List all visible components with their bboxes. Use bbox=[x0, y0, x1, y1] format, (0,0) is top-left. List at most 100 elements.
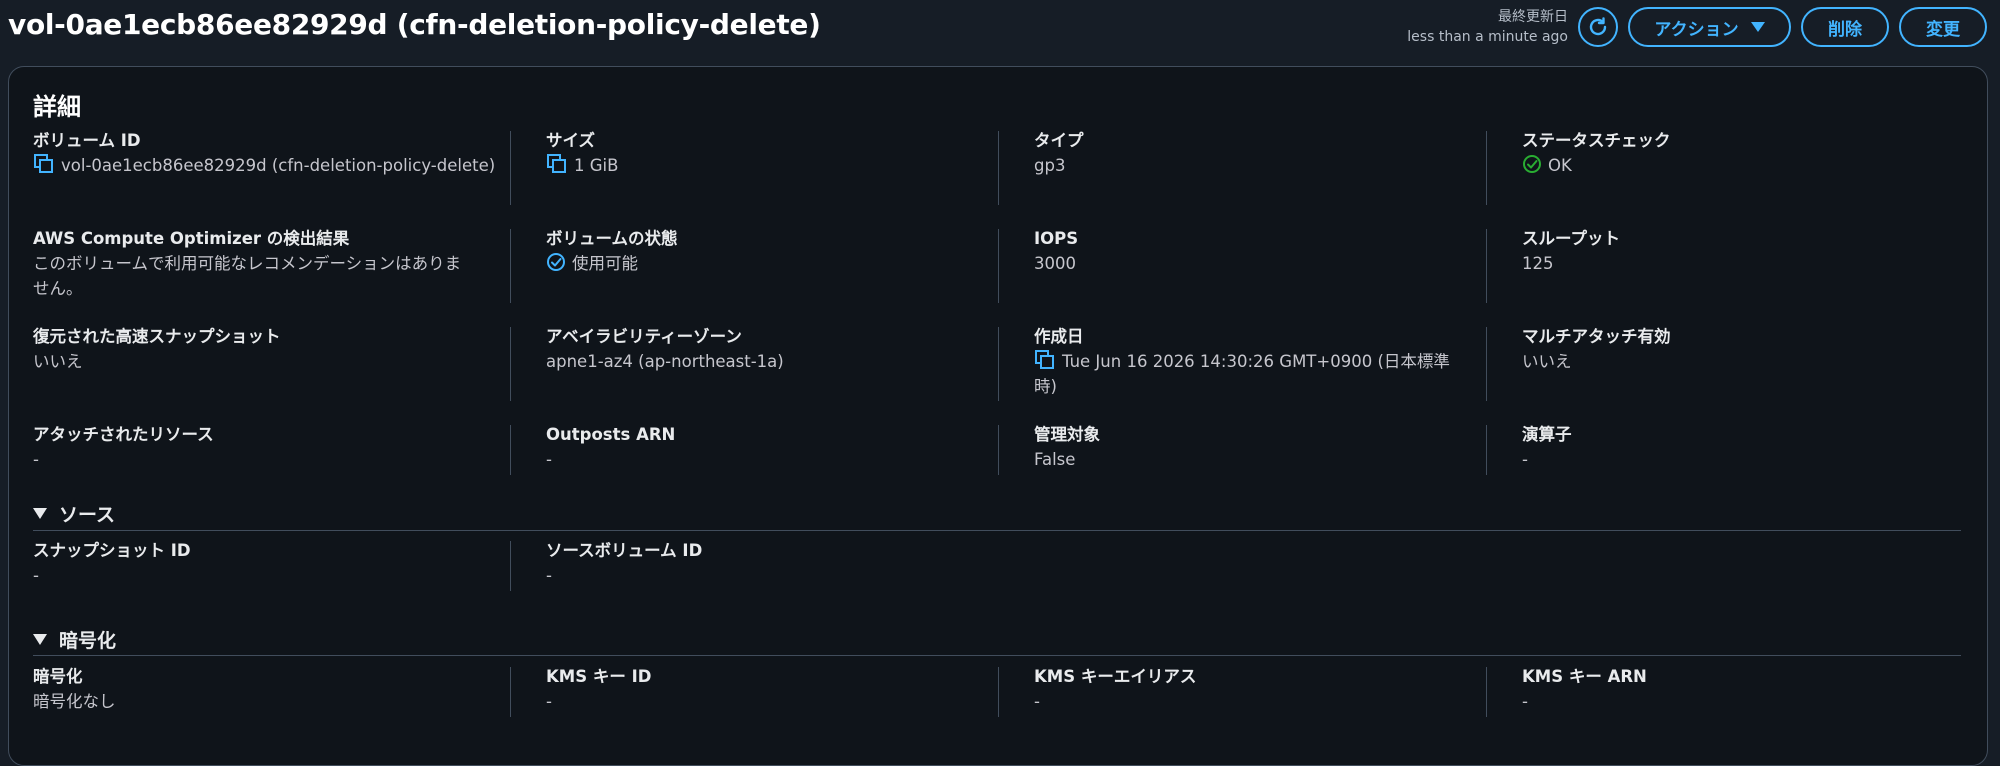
refresh-button[interactable] bbox=[1578, 7, 1618, 47]
divider bbox=[33, 530, 1961, 531]
details-title: 詳細 bbox=[33, 93, 81, 121]
field-label: スナップショット ID bbox=[33, 541, 191, 560]
fast-snapshot-value: いいえ bbox=[33, 352, 83, 371]
snapshot-id-value: - bbox=[33, 566, 39, 585]
status-available-icon bbox=[547, 253, 565, 271]
size-value: 1 GiB bbox=[574, 156, 619, 175]
field-iops: IOPS 3000 bbox=[1034, 227, 1504, 276]
field-attached-resources: アタッチされたリソース - bbox=[33, 423, 503, 472]
page-title: vol-0ae1ecb86ee82929d (cfn-deletion-poli… bbox=[8, 8, 821, 41]
check-circle-icon bbox=[1523, 155, 1541, 173]
last-updated: 最終更新日 less than a minute ago bbox=[1407, 7, 1568, 47]
iops-value: 3000 bbox=[1034, 254, 1076, 273]
outposts-value: - bbox=[546, 450, 552, 469]
delete-button[interactable]: 削除 bbox=[1801, 7, 1889, 47]
field-label: KMS キー ARN bbox=[1522, 667, 1647, 686]
copy-icon bbox=[34, 154, 53, 173]
field-label: 管理対象 bbox=[1034, 425, 1100, 444]
caret-down-icon bbox=[1750, 22, 1765, 32]
section-encryption-toggle[interactable]: 暗号化 bbox=[33, 626, 116, 653]
created-value: Tue Jun 16 2026 14:30:26 GMT+0900 (日本標準時… bbox=[1034, 352, 1450, 396]
caret-down-icon bbox=[33, 634, 47, 645]
divider bbox=[510, 425, 511, 475]
field-label: KMS キー ID bbox=[546, 667, 652, 686]
field-size: サイズ 1 GiB bbox=[546, 129, 1016, 178]
field-kms-key-arn: KMS キー ARN - bbox=[1522, 665, 1992, 714]
volume-id-value[interactable]: vol-0ae1ecb86ee82929d (cfn-deletion-poli… bbox=[61, 156, 495, 175]
status-check-value: OK bbox=[1548, 156, 1572, 175]
field-label: マルチアタッチ有効 bbox=[1522, 327, 1671, 346]
divider bbox=[510, 541, 511, 591]
field-label: ボリューム ID bbox=[33, 131, 141, 150]
field-type: タイプ gp3 bbox=[1034, 129, 1504, 178]
volume-id-link[interactable]: vol-0ae1ecb86ee82929d (cfn-deletion-poli… bbox=[33, 153, 503, 178]
field-encryption: 暗号化 暗号化なし bbox=[33, 665, 503, 714]
details-panel: 詳細 ボリューム ID vol-0ae1ecb86ee82929d (cfn-d… bbox=[8, 66, 1988, 766]
optimizer-value: このボリュームで利用可能なレコメンデーションはありません。 bbox=[33, 254, 462, 298]
divider bbox=[510, 667, 511, 717]
field-source-volume-id: ソースボリューム ID - bbox=[546, 539, 1016, 588]
field-label: サイズ bbox=[546, 131, 596, 150]
field-operator: 演算子 - bbox=[1522, 423, 1992, 472]
field-label: アタッチされたリソース bbox=[33, 425, 214, 444]
field-label: 暗号化 bbox=[33, 667, 83, 686]
divider bbox=[510, 131, 511, 205]
field-label: Outposts ARN bbox=[546, 425, 676, 444]
kms-key-alias-value: - bbox=[1034, 692, 1040, 711]
field-label: 作成日 bbox=[1034, 327, 1084, 346]
copy-icon bbox=[1035, 350, 1054, 369]
field-fast-snapshot: 復元された高速スナップショット いいえ bbox=[33, 325, 503, 374]
field-multi-attach: マルチアタッチ有効 いいえ bbox=[1522, 325, 1992, 374]
field-volume-id: ボリューム ID vol-0ae1ecb86ee82929d (cfn-dele… bbox=[33, 129, 503, 178]
actions-label: アクション bbox=[1654, 19, 1739, 40]
volume-state-value: 使用可能 bbox=[572, 254, 638, 273]
last-updated-label: 最終更新日 bbox=[1498, 9, 1568, 25]
field-outposts-arn: Outposts ARN - bbox=[546, 423, 1016, 472]
field-label: ステータスチェック bbox=[1522, 131, 1671, 150]
field-managed: 管理対象 False bbox=[1034, 423, 1504, 472]
field-snapshot-id: スナップショット ID - bbox=[33, 539, 503, 588]
copy-icon bbox=[547, 154, 566, 173]
divider bbox=[33, 655, 1961, 656]
operator-value: - bbox=[1522, 450, 1528, 469]
caret-down-icon bbox=[33, 508, 47, 519]
encryption-value: 暗号化なし bbox=[33, 692, 116, 711]
divider bbox=[510, 327, 511, 401]
actions-dropdown-button[interactable]: アクション bbox=[1628, 7, 1791, 47]
page-header: vol-0ae1ecb86ee82929d (cfn-deletion-poli… bbox=[0, 0, 2000, 56]
field-created: 作成日 Tue Jun 16 2026 14:30:26 GMT+0900 (日… bbox=[1034, 325, 1504, 399]
field-label: アベイラビリティーゾーン bbox=[546, 327, 742, 346]
copy-volume-id-button[interactable] bbox=[33, 153, 61, 178]
section-source-toggle[interactable]: ソース bbox=[33, 500, 115, 527]
field-status-check: ステータスチェック OK bbox=[1522, 129, 1992, 178]
modify-button[interactable]: 変更 bbox=[1899, 7, 1987, 47]
copy-created-button[interactable] bbox=[1034, 349, 1062, 374]
copy-size-button[interactable] bbox=[546, 153, 574, 178]
field-label: 復元された高速スナップショット bbox=[33, 327, 281, 346]
field-label: ソースボリューム ID bbox=[546, 541, 703, 560]
divider bbox=[510, 229, 511, 303]
field-label: ボリュームの状態 bbox=[546, 229, 678, 248]
last-updated-value: less than a minute ago bbox=[1407, 29, 1568, 45]
field-label: スループット bbox=[1522, 229, 1621, 248]
section-encryption-title: 暗号化 bbox=[59, 630, 117, 652]
field-throughput: スループット 125 bbox=[1522, 227, 1992, 276]
field-volume-state: ボリュームの状態 使用可能 bbox=[546, 227, 1016, 276]
field-label: IOPS bbox=[1034, 229, 1079, 248]
field-compute-optimizer: AWS Compute Optimizer の検出結果 このボリュームで利用可能… bbox=[33, 227, 503, 301]
attached-value: - bbox=[33, 450, 39, 469]
section-source-title: ソース bbox=[59, 504, 116, 526]
field-label: タイプ bbox=[1034, 131, 1084, 150]
kms-key-id-value: - bbox=[546, 692, 552, 711]
managed-value: False bbox=[1034, 450, 1076, 469]
throughput-value: 125 bbox=[1522, 254, 1554, 273]
field-kms-key-id: KMS キー ID - bbox=[546, 665, 1016, 714]
field-label: KMS キーエイリアス bbox=[1034, 667, 1197, 686]
source-volume-id-value: - bbox=[546, 566, 552, 585]
multi-attach-value: いいえ bbox=[1522, 352, 1572, 371]
az-value: apne1-az4 (ap-northeast-1a) bbox=[546, 352, 784, 371]
field-label: AWS Compute Optimizer の検出結果 bbox=[33, 229, 350, 248]
field-kms-key-alias: KMS キーエイリアス - bbox=[1034, 665, 1504, 714]
field-availability-zone: アベイラビリティーゾーン apne1-az4 (ap-northeast-1a) bbox=[546, 325, 1016, 374]
type-value: gp3 bbox=[1034, 156, 1066, 175]
